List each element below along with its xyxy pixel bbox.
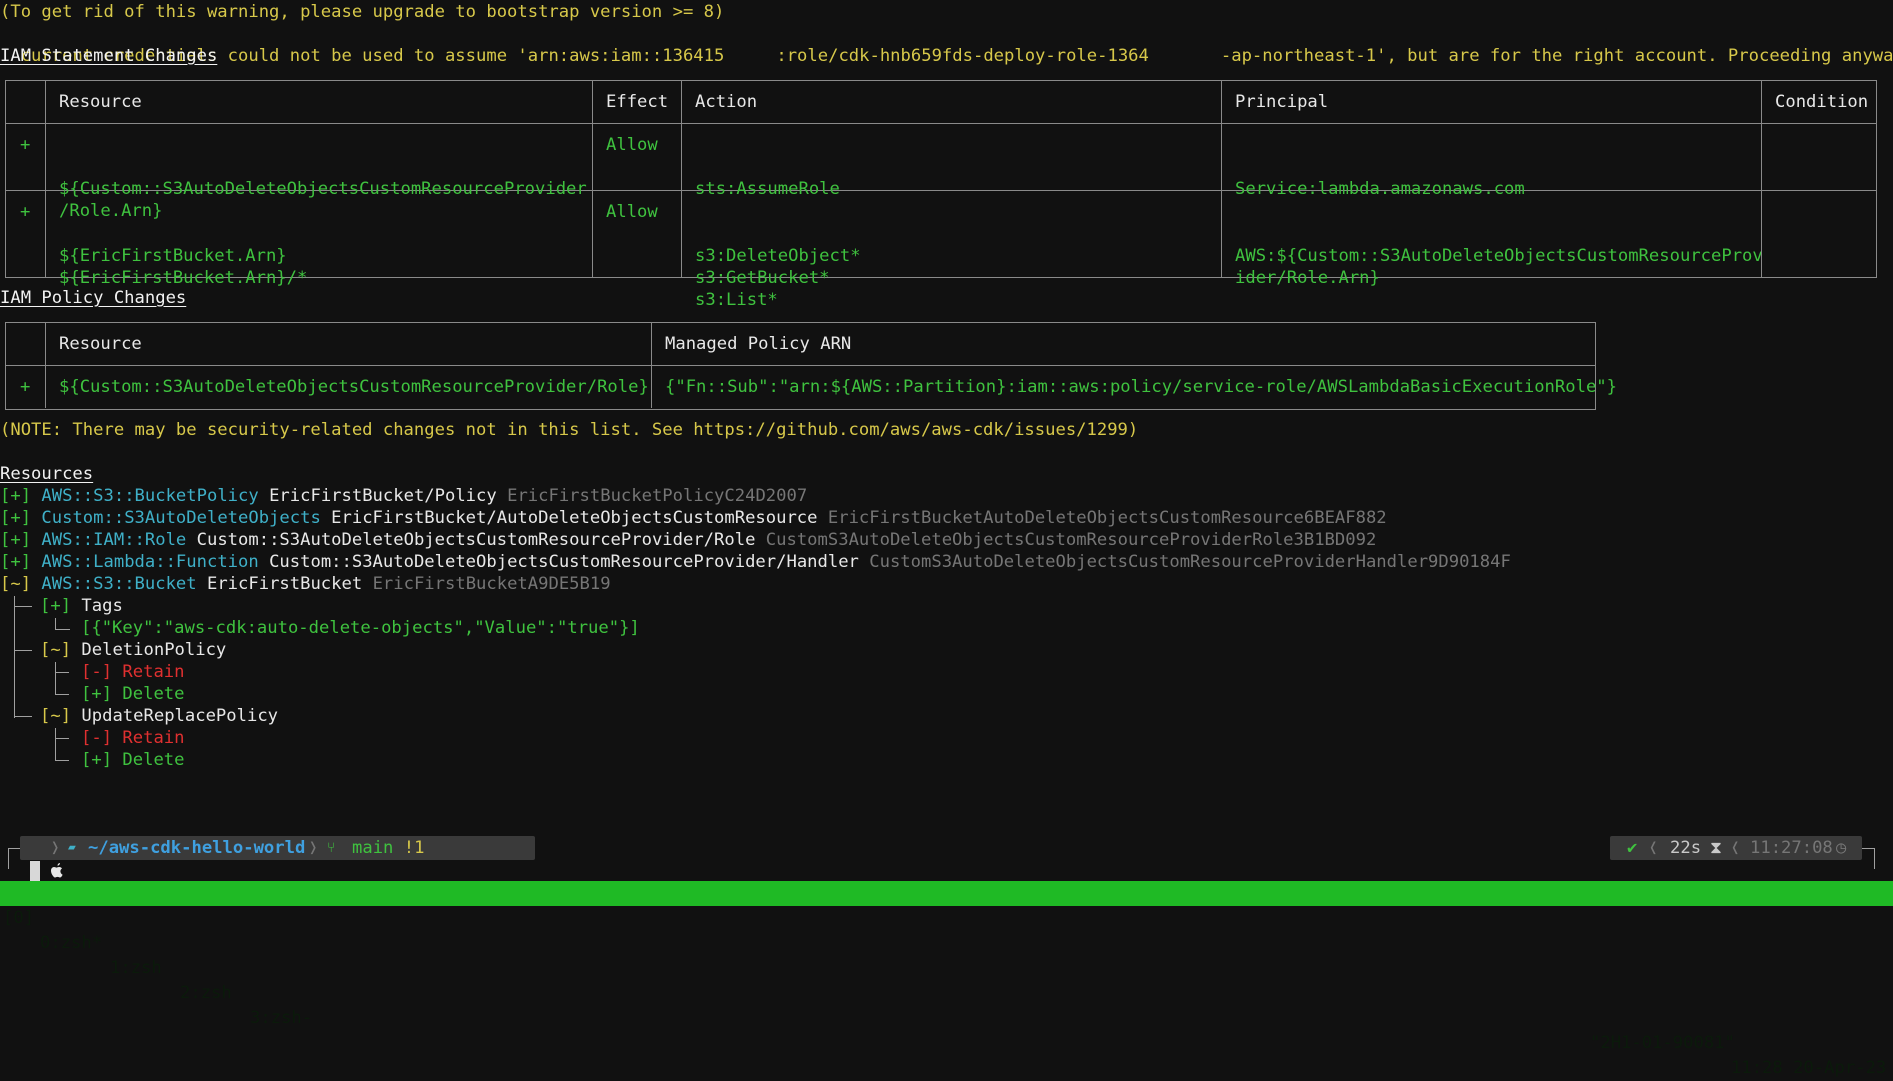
row-principal: AWS:${Custom::S3AutoDeleteObjectsCustomR… [1221,191,1763,288]
tmux-host: "2H1-01-90081" [1590,1033,1735,1053]
bootstrap-warning: (To get rid of this warning, please upgr… [0,2,725,22]
row-effect: Allow [592,124,681,190]
tree-deletion-policy: [~] DeletionPolicy [40,640,227,660]
prompt-duration: 22s [1670,838,1702,858]
header-resource: Resource [45,323,651,365]
row-resource: ${Custom::S3AutoDeleteObjectsCustomResou… [45,366,651,408]
iam-policy-heading: IAM Policy Changes [0,288,187,308]
resource-line: [+] AWS::Lambda::Function Custom::S3Auto… [0,552,1511,572]
table-header-row: Resource Effect Action Principal Conditi… [6,81,1876,124]
tree-branch [55,760,69,762]
row-action: sts:AssumeRole [681,124,1221,199]
resource-line: [~] AWS::S3::Bucket EricFirstBucket Eric… [0,574,611,594]
table-row: + ${Custom::S3AutoDeleteObjectsCustomRes… [6,366,1617,408]
row-condition [1761,191,1876,277]
tree-branch [14,606,32,608]
row-principal: Service:lambda.amazonaws.com [1221,124,1761,199]
header-condition: Condition [1761,81,1876,123]
tmux-window-0[interactable]: 0:zsh* [40,931,102,956]
row-condition [1761,124,1876,190]
prompt-path: ~/aws-cdk-hello-world [88,838,306,858]
header-managed-policy-arn: Managed Policy ARN [651,323,1595,365]
hourglass-icon: ⧗ [1710,838,1723,858]
credentials-warning-part-c: -ap-northeast-1', but are for the right … [1220,46,1893,66]
header-sign [6,323,45,365]
tmux-status-bar: [0] 0:zsh* 1:zsh 2:zsh 3:zsh- "2H1-01-90… [0,881,1893,1078]
header-effect: Effect [592,81,681,123]
iam-policy-table: Resource Managed Policy ARN + ${Custom::… [5,322,1617,410]
row-effect: Allow [592,191,681,277]
tmux-window-2[interactable]: 2:zsh [180,981,232,1006]
row-resource: ${EricFirstBucket.Arn} ${EricFirstBucket.… [45,191,592,288]
prompt-time: 11:27:08 [1750,838,1833,858]
prompt-git: main !1 [352,838,425,858]
tree-branch [55,672,69,674]
tree-branch [55,728,57,761]
tree-deletion-added: [+] Delete [81,684,185,704]
folder-icon: ▰ [68,840,76,855]
row-resource: ${Custom::S3AutoDeleteObjectsCustomResou… [45,124,592,221]
prompt-separator: ❬ [1730,838,1741,858]
row-sign: + [20,135,31,155]
tree-update-added: [+] Delete [81,750,185,770]
check-icon: ✔ [1627,838,1638,858]
row-action: s3:DeleteObject* s3:GetBucket* s3:List* [681,191,1221,310]
header-resource: Resource [45,81,592,123]
apple-icon [28,836,63,878]
tmux-clock: 11:28 20-Apr-23 [1731,1058,1887,1078]
credentials-warning-part-b: :role/cdk-hnb659fds-deploy-role-1364 [776,46,1149,66]
credentials-warning: current credentials could not be used to… [0,23,1893,66]
prompt-separator: ❭ [50,838,61,858]
prompt-separator: ❭ [308,838,319,858]
tree-trunk [14,596,16,718]
tree-tags-value: [{"Key":"aws-cdk:auto-delete-objects","V… [81,618,640,638]
tree-update-replace-policy: [~] UpdateReplacePolicy [40,706,279,726]
resource-line: [+] Custom::S3AutoDeleteObjects EricFirs… [0,508,1387,528]
cursor[interactable] [30,861,40,881]
row-arn: {"Fn::Sub":"arn:${AWS::Partition}:iam::a… [651,366,1617,408]
iam-statement-table: Resource Effect Action Principal Conditi… [5,80,1877,310]
tmux-window-1[interactable]: 1:zsh [110,956,162,981]
prompt-separator: ❬ [1648,838,1659,858]
tmux-window-3[interactable]: 3:zsh- [250,1006,312,1031]
clock-icon: ◷ [1836,838,1847,858]
row-sign: + [20,202,31,222]
tree-branch [55,694,69,696]
resources-heading: Resources [0,464,94,484]
resource-line: [+] AWS::IAM::Role Custom::S3AutoDeleteO… [0,530,1377,550]
header-sign [6,81,45,123]
table-header-row: Resource Managed Policy ARN [6,323,1595,366]
tree-deletion-removed: [-] Retain [81,662,185,682]
tree-branch [55,738,69,740]
tree-branch [14,716,32,718]
header-principal: Principal [1221,81,1761,123]
resource-line: [+] AWS::S3::BucketPolicy EricFirstBucke… [0,486,808,506]
security-note: (NOTE: There may be security-related cha… [0,420,1139,440]
tmux-session: [0] [3,908,35,928]
tree-update-removed: [-] Retain [81,728,185,748]
table-row: + ${Custom::S3AutoDeleteObjectsCustomRes… [6,124,1876,221]
row-sign: + [20,377,31,397]
tree-branch [14,650,32,652]
prompt-frame-right [1862,848,1875,869]
table-row: + ${EricFirstBucket.Arn} ${EricFirstBucke… [6,191,1876,310]
tree-branch [55,662,57,695]
tree-branch [55,618,70,630]
iam-statement-heading: IAM Statement Changes [0,46,218,66]
git-branch-icon: ⑂ [327,840,336,856]
header-action: Action [681,81,1221,123]
tree-tags: [+] Tags [40,596,123,616]
